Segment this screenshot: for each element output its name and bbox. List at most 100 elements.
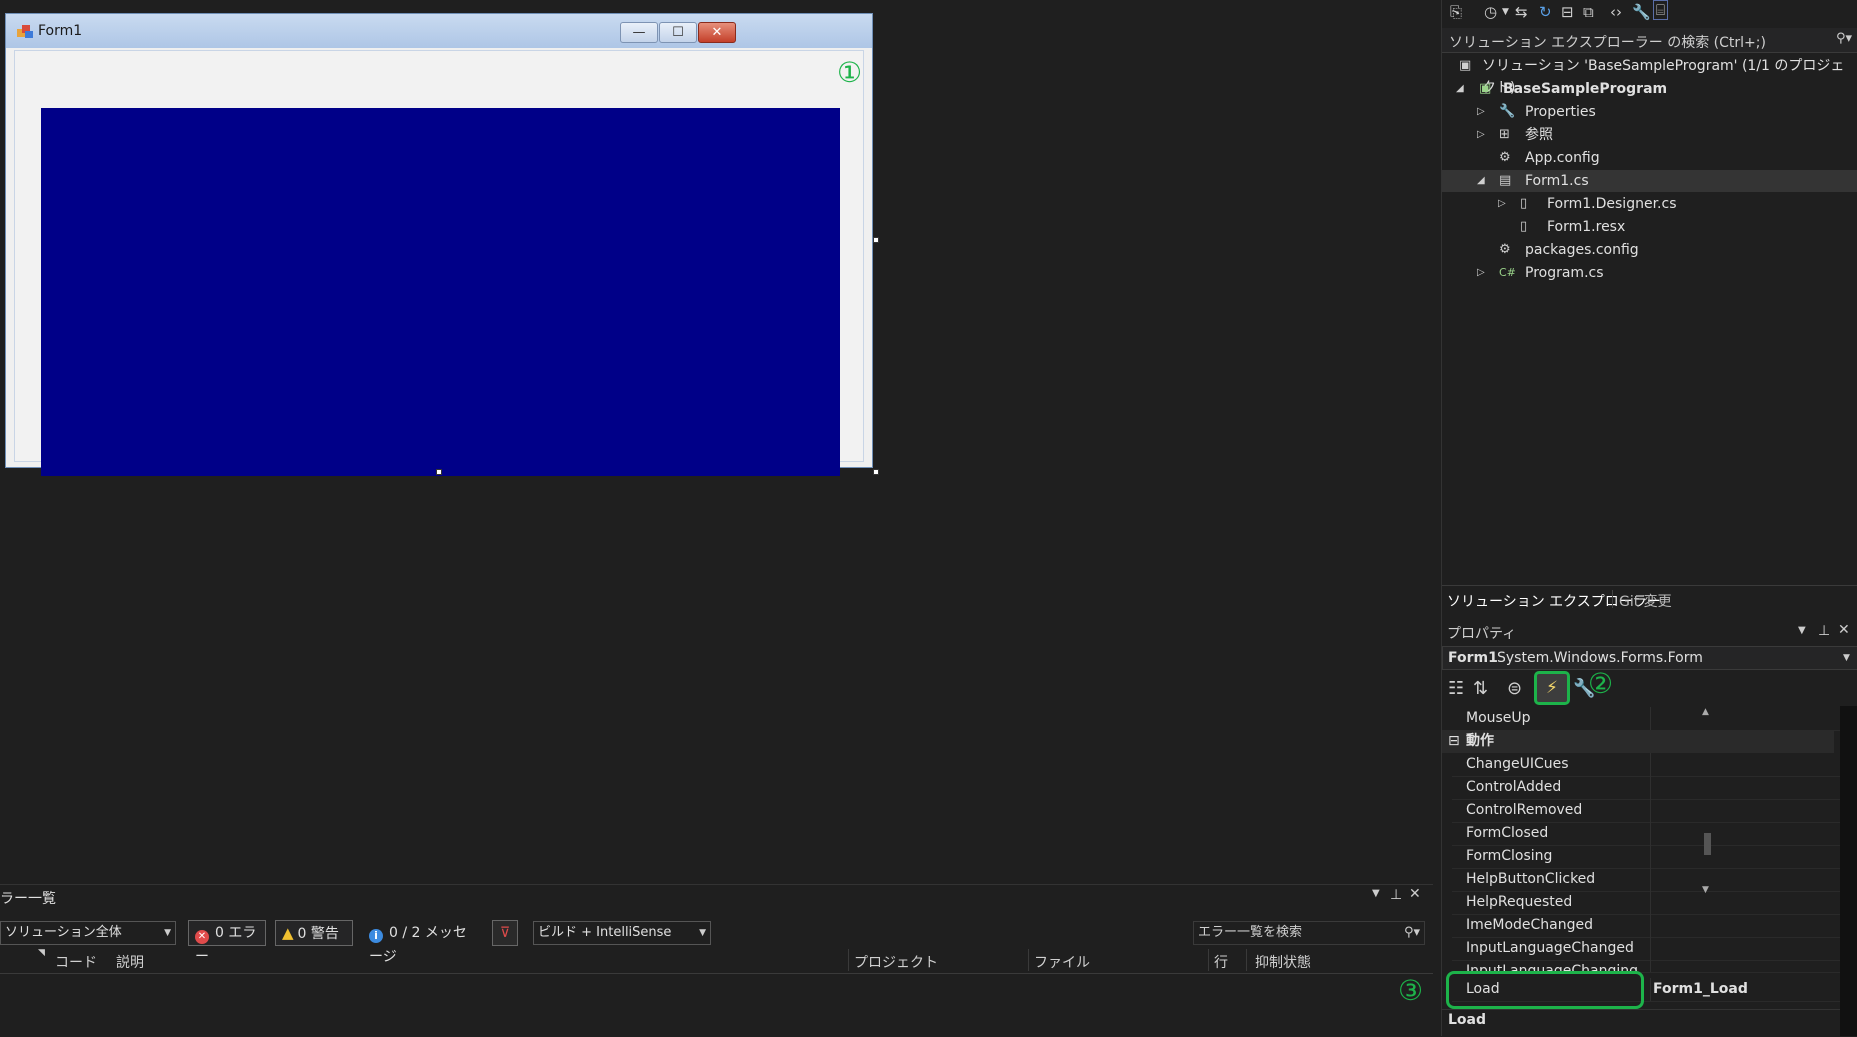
resize-handle-right[interactable] — [873, 237, 879, 243]
property-row[interactable]: HelpButtonClicked — [1452, 868, 1844, 892]
tree-item-form1-designer[interactable]: ▷ ▯ Form1.Designer.cs — [1442, 193, 1857, 215]
file-icon: ▯ — [1520, 196, 1528, 211]
search-icon: ⚲▾ — [1403, 925, 1420, 940]
tree-item-app-config[interactable]: ⚙ App.config — [1442, 147, 1857, 169]
tree-item-packages-config[interactable]: ⚙ packages.config — [1442, 239, 1857, 261]
scroll-down-icon[interactable]: ▼ — [1702, 885, 1709, 895]
refresh-icon[interactable]: ↻ — [1539, 3, 1552, 21]
error-search-input[interactable]: エラー一覧を検索 ⚲▾ — [1193, 921, 1425, 945]
expander-collapsed-icon[interactable]: ▷ — [1477, 101, 1485, 123]
tab-divider — [1612, 590, 1613, 608]
tree-item-properties[interactable]: ▷ 🔧 Properties — [1442, 101, 1857, 123]
expander-expanded-icon[interactable]: ◢ — [1456, 78, 1464, 100]
history-icon[interactable]: ◷ — [1484, 3, 1497, 21]
column-separator — [1246, 949, 1247, 971]
messages-filter-button[interactable]: i0 / 2 メッセージ — [362, 920, 480, 965]
collapse-icon[interactable]: ⊟ — [1448, 730, 1460, 753]
property-row[interactable]: ControlAdded — [1452, 776, 1844, 800]
categorized-icon[interactable]: ☷ — [1448, 678, 1464, 699]
property-row[interactable]: ImeModeChanged — [1452, 914, 1844, 938]
tree-item-program-cs[interactable]: ▷ C# Program.cs — [1442, 262, 1857, 284]
property-row[interactable]: InputLanguageChanged — [1452, 937, 1844, 961]
properties-icon[interactable]: ⊜ — [1507, 678, 1522, 699]
column-separator — [848, 949, 849, 971]
scroll-up-icon[interactable]: ▲ — [1702, 707, 1709, 717]
property-row[interactable]: ChangeUICues — [1452, 753, 1844, 777]
sync-icon[interactable]: ⇆ — [1515, 3, 1528, 21]
resize-handle-bottom[interactable] — [436, 469, 442, 475]
property-grid-scrollbar[interactable]: ▲ ▼ — [1700, 707, 1714, 897]
view-code-icon[interactable]: ‹› — [1610, 3, 1622, 21]
tree-item-form1-cs[interactable]: ◢ ▤ Form1.cs — [1442, 170, 1857, 192]
error-search-placeholder: エラー一覧を検索 — [1198, 925, 1303, 940]
show-all-files-icon[interactable]: ⧉ — [1583, 3, 1594, 21]
solution-explorer-search-input[interactable]: ソリューション エクスプローラー の検索 (Ctrl+;) ⚲▾ — [1442, 28, 1857, 53]
resize-handle-corner[interactable] — [873, 469, 879, 475]
tree-item-references[interactable]: ▷ ⊞ 参照 — [1442, 124, 1857, 146]
expander-expanded-icon[interactable]: ◢ — [1477, 170, 1485, 192]
right-edge-scrollbar[interactable] — [1840, 706, 1857, 1036]
column-header-file[interactable]: ファイル — [1034, 952, 1090, 972]
vs-switch-views-icon[interactable]: ⎘ — [1450, 3, 1462, 21]
form-client-area[interactable] — [14, 50, 864, 476]
properties-object-name: Form1 — [1448, 650, 1498, 666]
property-name: MouseUp — [1466, 710, 1531, 726]
events-lightning-button[interactable]: ⚡ — [1534, 671, 1570, 705]
property-row-mouseup[interactable]: MouseUp — [1452, 707, 1844, 731]
build-source-select[interactable]: ビルド + IntelliSense ▼ — [533, 921, 711, 945]
warnings-filter-button[interactable]: ▲ 0 警告 — [275, 920, 353, 946]
expander-collapsed-icon[interactable]: ▷ — [1477, 124, 1485, 146]
alphabetical-icon[interactable]: ⇅ — [1473, 678, 1488, 699]
description-divider — [1442, 1009, 1840, 1010]
tree-item-label: Form1.Designer.cs — [1547, 196, 1677, 212]
solution-icon: ▣ — [1459, 58, 1472, 73]
close-icon[interactable]: ✕ — [1838, 622, 1850, 638]
column-header-project[interactable]: プロジェクト — [854, 952, 938, 972]
errors-filter-button[interactable]: ✕ 0 エラー — [188, 920, 266, 965]
right-pane: ⎘ ◷ ▼ ⇆ ↻ ⊟ ⧉ ‹› 🔧 ⌸ ソリューション エクスプローラー の検… — [1441, 0, 1857, 1036]
expander-collapsed-icon[interactable]: ▷ — [1498, 193, 1506, 215]
solution-explorer-toolbar: ⎘ ◷ ▼ ⇆ ↻ ⊟ ⧉ ‹› 🔧 ⌸ — [1442, 0, 1857, 26]
expander-collapsed-icon[interactable]: ▷ — [1477, 262, 1485, 284]
error-scope-select[interactable]: ソリューション全体 ▼ — [0, 921, 176, 945]
form-close-button[interactable]: ✕ — [698, 22, 736, 43]
property-row[interactable]: FormClosed — [1452, 822, 1844, 846]
tree-item-solution[interactable]: ▣ ソリューション 'BaseSampleProgram' (1/1 のプロジェ… — [1442, 55, 1857, 96]
grid-separator — [1650, 978, 1651, 1001]
chevron-down-icon[interactable]: ▼ — [1502, 7, 1509, 17]
column-header-code[interactable]: コード — [55, 952, 97, 972]
tree-item-form1-resx[interactable]: ▯ Form1.resx — [1442, 216, 1857, 238]
blue-panel[interactable] — [41, 108, 840, 476]
properties-wrench-icon[interactable]: 🔧 — [1632, 3, 1651, 21]
preview-selected-icon[interactable]: ⌸ — [1653, 0, 1669, 20]
form-titlebar[interactable]: Form1 — ☐ ✕ — [6, 14, 872, 48]
property-row[interactable]: ControlRemoved — [1452, 799, 1844, 823]
dropdown-arrow-icon[interactable]: ▼ — [1798, 625, 1806, 636]
error-list-header: エラー一覧 ▼ ⊥ ✕ — [0, 885, 1433, 907]
form-window[interactable]: Form1 — ☐ ✕ — [5, 13, 873, 476]
property-row[interactable]: HelpRequested — [1452, 891, 1844, 915]
tab-git-changes[interactable]: Git 変更 — [1619, 591, 1672, 611]
property-name: HelpRequested — [1466, 894, 1573, 910]
column-header-description[interactable]: 説明 — [116, 952, 144, 972]
form-minimize-button[interactable]: — — [620, 22, 658, 43]
property-value-load[interactable]: Form1_Load — [1653, 978, 1748, 1001]
column-header-line[interactable]: 行 — [1214, 952, 1228, 972]
collapse-all-icon[interactable]: ⊟ — [1561, 3, 1574, 21]
category-behavior[interactable]: ⊟ 動作 — [1442, 730, 1834, 753]
tree-item-project[interactable]: ◢ ▣ BaseSampleProgram — [1442, 78, 1857, 100]
pin-icon[interactable]: ⊥ — [1390, 887, 1402, 903]
tree-item-label: Form1.resx — [1547, 219, 1626, 235]
pin-icon[interactable]: ⊥ — [1818, 623, 1830, 639]
filter-icon[interactable]: ⊽ — [492, 920, 518, 946]
property-row[interactable]: FormClosing — [1452, 845, 1844, 869]
column-header-suppression[interactable]: 抑制状態 — [1255, 952, 1311, 972]
designer-surface[interactable]: Form1 — ☐ ✕ ① — [0, 0, 1433, 884]
scrollbar-thumb[interactable] — [1704, 833, 1711, 855]
properties-object-select[interactable]: Form1 System.Windows.Forms.Form ▼ — [1442, 646, 1857, 670]
search-icon[interactable]: ⚲▾ — [1836, 31, 1852, 46]
properties-object-type: System.Windows.Forms.Form — [1497, 650, 1703, 666]
dropdown-arrow-icon[interactable]: ▼ — [1372, 888, 1380, 899]
form-maximize-button[interactable]: ☐ — [659, 22, 697, 43]
close-icon[interactable]: ✕ — [1409, 886, 1421, 902]
